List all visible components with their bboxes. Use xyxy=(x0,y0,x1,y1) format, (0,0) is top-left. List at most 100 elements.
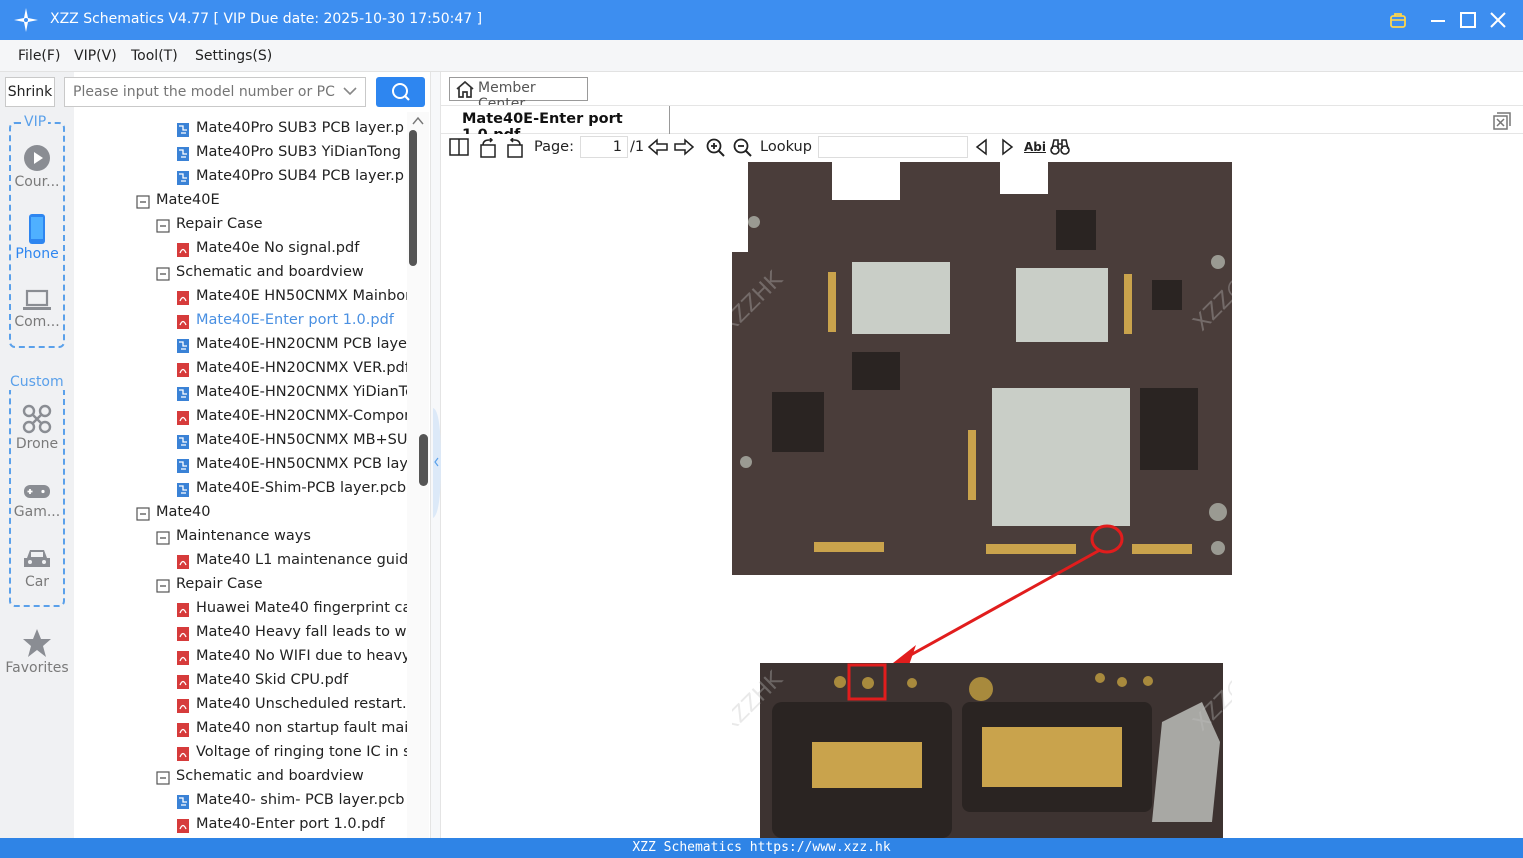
tree-file[interactable]: Mate40E-HN20CNM PCB layer.p xyxy=(176,332,407,356)
find-next-icon[interactable] xyxy=(1001,138,1015,156)
zoom-out-icon[interactable] xyxy=(733,138,752,157)
collapse-icon[interactable] xyxy=(156,769,170,785)
tree-file[interactable]: Mate40E HN50CNMX Mainborc xyxy=(176,284,407,308)
category-label: Favorites xyxy=(5,660,69,676)
category-computer[interactable]: Com... xyxy=(0,288,74,330)
page-number-input[interactable]: 1 xyxy=(580,136,628,158)
pdf-file-icon xyxy=(176,721,190,737)
collapse-icon[interactable] xyxy=(156,577,170,593)
collapse-icon[interactable] xyxy=(136,505,150,521)
pcb-file-icon xyxy=(176,121,190,137)
model-search-input[interactable] xyxy=(65,78,335,106)
tree-file[interactable]: Mate40Pro SUB3 YiDianTong xyxy=(176,140,407,164)
tree-item-label: Mate40E-HN50CNMX PCB layer xyxy=(196,456,407,472)
tree-folder[interactable]: Mate40 xyxy=(136,500,407,524)
collapse-icon[interactable] xyxy=(136,193,150,209)
tree-file[interactable]: Mate40 Unscheduled restart.pd xyxy=(176,692,407,716)
menu-tool[interactable]: Tool(T) xyxy=(131,48,178,64)
tree-folder[interactable]: Maintenance ways xyxy=(156,524,407,548)
rotate-left-icon[interactable] xyxy=(478,138,498,158)
tree-item-label: Mate40E-HN20CNMX-Compon xyxy=(196,408,407,424)
search-button[interactable] xyxy=(376,77,425,107)
tree-file[interactable]: Mate40 non startup fault maint xyxy=(176,716,407,740)
category-phone[interactable]: Phone xyxy=(0,214,74,262)
category-favorites[interactable]: Favorites xyxy=(0,628,74,676)
collapse-icon[interactable] xyxy=(156,529,170,545)
find-previous-icon[interactable] xyxy=(974,138,988,156)
tree-file[interactable]: Voltage of ringing tone IC in sta xyxy=(176,740,407,764)
close-button[interactable] xyxy=(1486,8,1510,32)
tree-item-label: Mate40E xyxy=(156,192,220,208)
maximize-button[interactable] xyxy=(1456,8,1480,32)
category-drone[interactable]: Drone xyxy=(0,404,74,452)
model-search-box[interactable] xyxy=(64,77,366,107)
previous-page-icon[interactable] xyxy=(648,138,668,156)
rotate-right-icon[interactable] xyxy=(505,138,525,158)
tree-file[interactable]: Mate40E-HN50CNMX PCB layer xyxy=(176,452,407,476)
pcb-file-icon xyxy=(176,337,190,353)
pdf-file-icon xyxy=(176,625,190,641)
split-view-icon[interactable] xyxy=(449,138,469,156)
tree-file[interactable]: Huawei Mate40 fingerprint can xyxy=(176,596,407,620)
tree-file[interactable]: Mate40 Heavy fall leads to weal xyxy=(176,620,407,644)
tree-file[interactable]: Mate40E-Shim-PCB layer.pcb xyxy=(176,476,407,500)
collapse-icon[interactable] xyxy=(156,265,170,281)
laptop-icon xyxy=(23,289,51,310)
pcb-file-icon xyxy=(176,169,190,185)
tree-file[interactable]: Mate40E-HN20CNMX VER.pdf xyxy=(176,356,407,380)
tree-file[interactable]: Mate40 No WIFI due to heavy fa xyxy=(176,644,407,668)
category-label: Com... xyxy=(14,314,60,330)
tree-item-label: Mate40Pro SUB3 PCB layer.p xyxy=(196,120,404,136)
document-tab[interactable]: Mate40E-Enter port 1.0.pdf xyxy=(451,106,670,143)
binoculars-icon[interactable] xyxy=(1050,138,1070,156)
tree-file[interactable]: Mate40-Enter port 1.0.pdf xyxy=(176,812,407,836)
tree-item-label: Mate40E-HN20CNM PCB layer.p xyxy=(196,336,407,352)
menu-file[interactable]: File(F) xyxy=(18,48,60,64)
next-page-icon[interactable] xyxy=(674,138,694,156)
tree-file[interactable]: Mate40E-HN50CNMX MB+SUB xyxy=(176,428,407,452)
lookup-input[interactable] xyxy=(818,136,968,158)
car-icon xyxy=(24,550,50,567)
tree-folder[interactable]: Schematic and boardview xyxy=(156,764,407,788)
tree-file[interactable]: Mate40 Skid CPU.pdf xyxy=(176,668,407,692)
tree-folder[interactable]: Mate40E xyxy=(136,188,407,212)
tree-folder[interactable]: Schematic and boardview xyxy=(156,260,407,284)
chevron-down-icon[interactable] xyxy=(343,84,357,98)
tree-file[interactable]: Mate40E-Enter port 1.0.pdf xyxy=(176,308,407,332)
tree-scrollbar[interactable] xyxy=(407,112,429,838)
tree-item-label: Mate40 No WIFI due to heavy fa xyxy=(196,648,407,664)
tree-file[interactable]: Mate40E-HN20CNMX YiDianTo xyxy=(176,380,407,404)
tree-file[interactable]: Mate40e No signal.pdf xyxy=(176,236,407,260)
menu-settings[interactable]: Settings(S) xyxy=(195,48,272,64)
tree-file[interactable]: Mate40Pro SUB3 PCB layer.p xyxy=(176,116,407,140)
tree-file[interactable]: Mate40Pro SUB4 PCB layer.p xyxy=(176,164,407,188)
tree-file[interactable]: Mate40- shim- PCB layer.pcb xyxy=(176,788,407,812)
tree-item-label: Mate40E HN50CNMX Mainborc xyxy=(196,288,407,304)
tree-folder[interactable]: Repair Case xyxy=(156,572,407,596)
vip-bag-icon[interactable] xyxy=(1386,8,1410,32)
member-center-button[interactable]: Member Center xyxy=(449,77,588,112)
category-sidebar: VIP Cour... Phone Com... Custom Drone Ga… xyxy=(0,72,74,838)
close-all-tabs-icon[interactable] xyxy=(1493,112,1511,130)
menu-vip[interactable]: VIP(V) xyxy=(74,48,117,64)
pdf-file-icon xyxy=(176,649,190,665)
panel-splitter[interactable] xyxy=(430,72,441,838)
pdf-file-icon xyxy=(176,553,190,569)
tree-file[interactable]: Mate40E-HN20CNMX-Compon xyxy=(176,404,407,428)
shrink-button[interactable]: Shrink xyxy=(5,77,55,107)
minimize-button[interactable] xyxy=(1426,8,1450,32)
tree-folder[interactable]: Repair Case xyxy=(156,212,407,236)
pcb-file-icon xyxy=(176,433,190,449)
tree-item-label: Mate40E-HN20CNMX YiDianTo xyxy=(196,384,407,400)
tree-item-label: Voltage of ringing tone IC in sta xyxy=(196,744,407,760)
pcb-photo: XZZ@XZZHK XZZ@XZZHK XZZ@XZZHK XZZ@XZZHK xyxy=(669,162,1308,838)
match-case-toggle[interactable]: Abi xyxy=(1024,140,1046,154)
collapse-icon[interactable] xyxy=(156,217,170,233)
category-courses[interactable]: Cour... xyxy=(0,144,74,190)
category-games[interactable]: Gam... xyxy=(0,482,74,520)
tree-item-label: Mate40E-HN20CNMX VER.pdf xyxy=(196,360,407,376)
tree-item-label: Maintenance ways xyxy=(176,528,311,544)
zoom-in-icon[interactable] xyxy=(706,138,725,157)
category-car[interactable]: Car xyxy=(0,546,74,590)
tree-file[interactable]: Mate40 L1 maintenance guide.p xyxy=(176,548,407,572)
